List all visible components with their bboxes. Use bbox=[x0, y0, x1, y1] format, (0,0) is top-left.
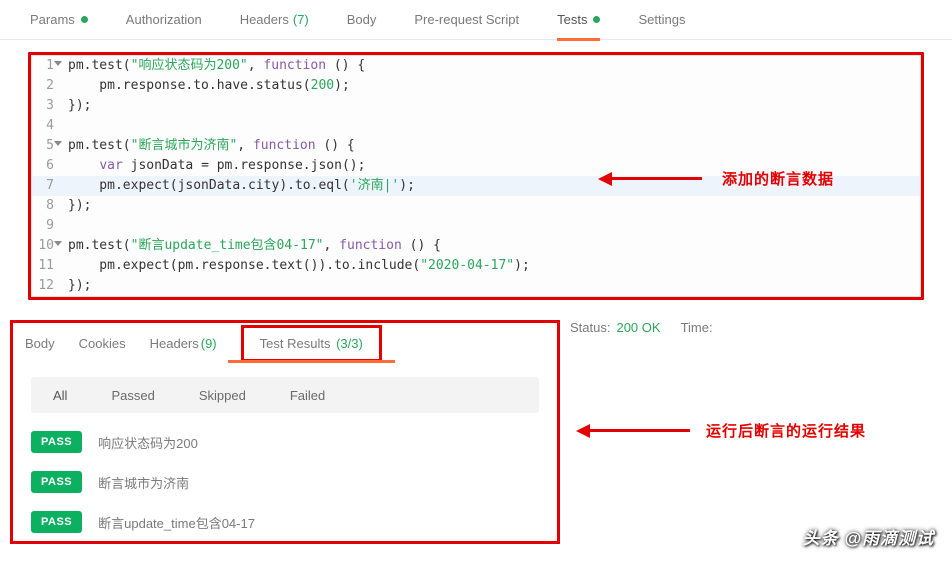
watermark: 头条 @雨滴测试 bbox=[803, 524, 934, 549]
annotation-assertion-data: 添加的断言数据 bbox=[598, 168, 834, 189]
pass-badge: PASS bbox=[31, 431, 82, 453]
response-status: Status: 200 OK Time: bbox=[570, 320, 713, 335]
response-tab-test-results[interactable]: Test Results (3/3) bbox=[241, 325, 382, 362]
fold-icon[interactable] bbox=[54, 141, 62, 146]
test-result-row: PASS 断言update_time包含04-17 bbox=[31, 511, 539, 533]
pass-badge: PASS bbox=[31, 471, 82, 493]
test-result-row: PASS 响应状态码为200 bbox=[31, 431, 539, 453]
tab-pre-request-script[interactable]: Pre-request Script bbox=[414, 0, 519, 40]
status-dot-icon bbox=[81, 16, 88, 23]
tab-headers[interactable]: Headers(7) bbox=[240, 0, 309, 40]
results-filter-bar: All Passed Skipped Failed bbox=[31, 377, 539, 413]
test-result-row: PASS 断言城市为济南 bbox=[31, 471, 539, 493]
filter-passed[interactable]: Passed bbox=[89, 377, 176, 413]
filter-all[interactable]: All bbox=[31, 377, 89, 413]
arrow-left-icon bbox=[576, 424, 590, 438]
test-result-name: 断言城市为济南 bbox=[98, 473, 189, 492]
request-tabs: Params Authorization Headers(7) Body Pre… bbox=[0, 0, 952, 40]
status-dot-icon bbox=[593, 16, 600, 23]
arrow-left-icon bbox=[598, 172, 612, 186]
response-tab-headers[interactable]: Headers(9) bbox=[150, 336, 217, 351]
annotation-results: 运行后断言的运行结果 bbox=[576, 420, 866, 441]
filter-skipped[interactable]: Skipped bbox=[177, 377, 268, 413]
filter-failed[interactable]: Failed bbox=[268, 377, 347, 413]
tab-body[interactable]: Body bbox=[347, 0, 377, 40]
test-result-name: 响应状态码为200 bbox=[98, 433, 198, 452]
response-tab-body[interactable]: Body bbox=[25, 336, 55, 351]
fold-icon[interactable] bbox=[54, 241, 62, 246]
tab-tests[interactable]: Tests bbox=[557, 0, 600, 40]
tab-authorization[interactable]: Authorization bbox=[126, 0, 202, 40]
tab-settings[interactable]: Settings bbox=[638, 0, 685, 40]
status-code: 200 OK bbox=[616, 320, 660, 335]
response-tabs: Body Cookies Headers(9) Test Results (3/… bbox=[13, 323, 557, 363]
tab-params[interactable]: Params bbox=[30, 0, 88, 40]
active-tab-underline bbox=[228, 360, 395, 363]
test-result-name: 断言update_time包含04-17 bbox=[98, 513, 255, 532]
fold-icon[interactable] bbox=[54, 61, 62, 66]
response-tab-cookies[interactable]: Cookies bbox=[79, 336, 126, 351]
test-results-highlight-box: Body Cookies Headers(9) Test Results (3/… bbox=[10, 320, 560, 544]
pass-badge: PASS bbox=[31, 511, 82, 533]
